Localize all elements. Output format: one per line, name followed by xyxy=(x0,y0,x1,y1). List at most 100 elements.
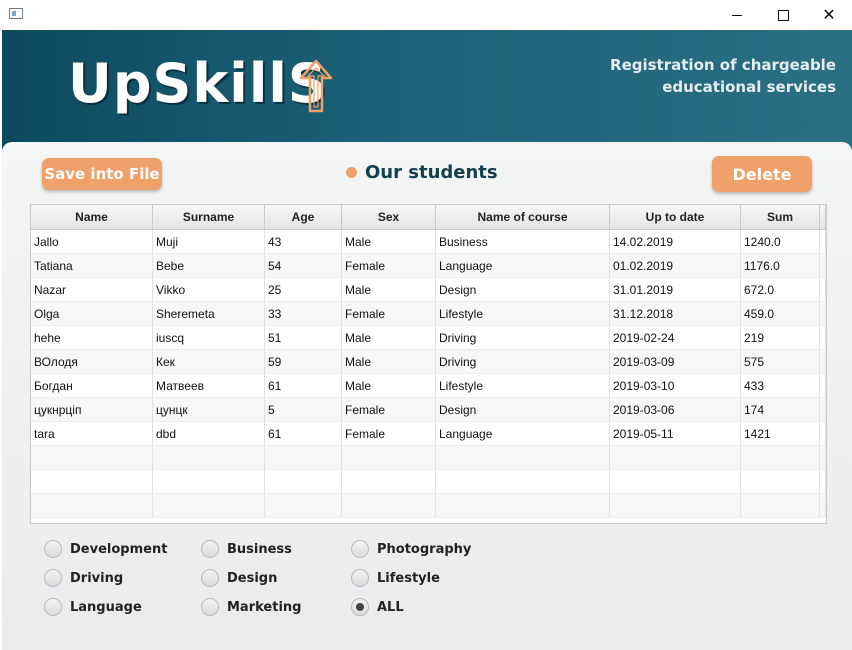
section-title-label: Our students xyxy=(365,162,498,183)
students-table[interactable]: Name Surname Age Sex Name of course Up t… xyxy=(30,204,827,524)
table-cell: 433 xyxy=(741,374,820,397)
table-cell: 1421 xyxy=(741,422,820,445)
table-row[interactable]: Tatiana Bebe 54 Female Language 01.02.2019 117… xyxy=(31,254,826,278)
header-banner: UpSkillS Registration of chargeable educ… xyxy=(2,30,852,150)
up-arrow-icon xyxy=(299,59,333,113)
radio-label: Design xyxy=(227,570,278,586)
maximize-icon xyxy=(777,9,789,21)
radio-circle-icon xyxy=(44,569,62,587)
table-cell xyxy=(820,494,826,517)
table-cell xyxy=(741,470,820,493)
table-cell: Driving xyxy=(436,326,610,349)
table-cell: Design xyxy=(436,278,610,301)
table-cell xyxy=(820,398,826,421)
maximize-button[interactable] xyxy=(760,0,806,30)
table-cell: 174 xyxy=(741,398,820,421)
table-header: Name Surname Age Sex Name of course Up t… xyxy=(31,205,826,230)
table-cell: 31.01.2019 xyxy=(610,278,741,301)
table-row[interactable]: Olga Sheremeta 33 Female Lifestyle 31.12.2018… xyxy=(31,302,826,326)
main-panel: Save into File Our students Delete Name … xyxy=(2,142,852,650)
table-cell: Language xyxy=(436,422,610,445)
column-header-sum[interactable]: Sum xyxy=(741,205,820,229)
table-row[interactable]: Богдан Матвеев 61 Male Lifestyle 2019-03-10 43… xyxy=(31,374,826,398)
radio-driving[interactable]: Driving xyxy=(44,569,123,587)
table-row[interactable]: hehe iuscq 51 Male Driving 2019-02-24 219 xyxy=(31,326,826,350)
table-cell xyxy=(342,494,436,517)
table-cell xyxy=(820,350,826,373)
table-cell xyxy=(820,422,826,445)
table-cell: Богдан xyxy=(31,374,153,397)
table-cell: 575 xyxy=(741,350,820,373)
table-cell: Male xyxy=(342,326,436,349)
table-cell: 54 xyxy=(265,254,342,277)
table-row[interactable]: ВОлодя Кек 59 Male Driving 2019-03-09 575 xyxy=(31,350,826,374)
column-header-surname[interactable]: Surname xyxy=(153,205,265,229)
column-header-sex[interactable]: Sex xyxy=(342,205,436,229)
table-row[interactable]: tara dbd 61 Female Language 2019-05-11 1421 xyxy=(31,422,826,446)
table-cell: Lifestyle xyxy=(436,302,610,325)
column-header-age[interactable]: Age xyxy=(265,205,342,229)
radio-marketing[interactable]: Marketing xyxy=(201,598,301,616)
column-header-up-to-date[interactable]: Up to date xyxy=(610,205,741,229)
table-cell: Male xyxy=(342,374,436,397)
table-cell xyxy=(153,446,265,469)
table-cell: Bebe xyxy=(153,254,265,277)
table-cell: Male xyxy=(342,350,436,373)
radio-circle-icon xyxy=(351,598,369,616)
table-cell: Female xyxy=(342,302,436,325)
radio-language[interactable]: Language xyxy=(44,598,142,616)
table-cell xyxy=(436,470,610,493)
section-title: Our students xyxy=(346,162,498,183)
table-cell xyxy=(820,302,826,325)
window-title-bar: ✕ xyxy=(0,0,852,30)
table-cell: 459.0 xyxy=(741,302,820,325)
column-header-name[interactable]: Name xyxy=(31,205,153,229)
table-cell xyxy=(820,326,826,349)
table-cell xyxy=(820,278,826,301)
table-cell: Driving xyxy=(436,350,610,373)
table-cell: 51 xyxy=(265,326,342,349)
table-cell xyxy=(610,494,741,517)
radio-photography[interactable]: Photography xyxy=(351,540,471,558)
table-cell: Female xyxy=(342,422,436,445)
table-cell: Female xyxy=(342,398,436,421)
table-cell: 2019-02-24 xyxy=(610,326,741,349)
table-cell: 2019-03-09 xyxy=(610,350,741,373)
radio-design[interactable]: Design xyxy=(201,569,277,587)
radio-business[interactable]: Business xyxy=(201,540,292,558)
table-empty-row xyxy=(31,446,826,470)
radio-circle-icon xyxy=(201,569,219,587)
table-cell xyxy=(31,470,153,493)
table-cell: 219 xyxy=(741,326,820,349)
table-cell: 14.02.2019 xyxy=(610,230,741,253)
table-cell: Nazar xyxy=(31,278,153,301)
table-cell: 2019-03-06 xyxy=(610,398,741,421)
radio-label: Photography xyxy=(377,541,472,557)
close-button[interactable]: ✕ xyxy=(806,0,852,30)
table-cell: iuscq xyxy=(153,326,265,349)
table-cell xyxy=(741,446,820,469)
column-header-course[interactable]: Name of course xyxy=(436,205,610,229)
radio-label: Development xyxy=(70,541,168,557)
radio-development[interactable]: Development xyxy=(44,540,167,558)
radio-all[interactable]: ALL xyxy=(351,598,404,616)
table-row[interactable]: Jallo Muji 43 Male Business 14.02.2019 1240.0 xyxy=(31,230,826,254)
table-cell: 01.02.2019 xyxy=(610,254,741,277)
save-into-file-button[interactable]: Save into File xyxy=(42,158,162,190)
table-row[interactable]: цукнрціп цунцк 5 Female Design 2019-03-06 174 xyxy=(31,398,826,422)
table-cell: Tatiana xyxy=(31,254,153,277)
table-cell: 2019-05-11 xyxy=(610,422,741,445)
table-cell xyxy=(265,446,342,469)
minimize-button[interactable] xyxy=(714,0,760,30)
radio-circle-icon xyxy=(44,598,62,616)
table-cell xyxy=(820,374,826,397)
radio-circle-icon xyxy=(351,569,369,587)
table-cell: Business xyxy=(436,230,610,253)
table-cell: hehe xyxy=(31,326,153,349)
table-cell xyxy=(610,446,741,469)
delete-button[interactable]: Delete xyxy=(712,156,812,192)
table-row[interactable]: Nazar Vikko 25 Male Design 31.01.2019 672.0 xyxy=(31,278,826,302)
radio-lifestyle[interactable]: Lifestyle xyxy=(351,569,440,587)
table-cell: Матвеев xyxy=(153,374,265,397)
radio-label: Business xyxy=(227,541,292,557)
